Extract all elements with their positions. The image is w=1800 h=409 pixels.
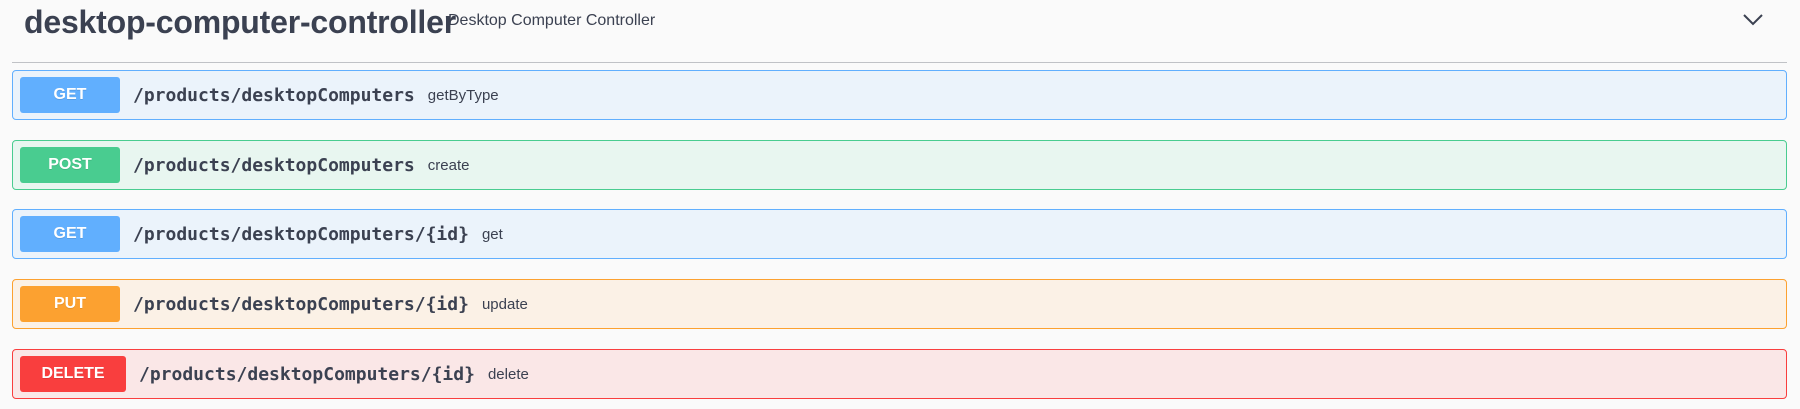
method-badge: GET [20,216,120,252]
method-badge: POST [20,147,120,183]
operation-summary: update [481,295,528,313]
operation-path: /products/desktopComputers/{id} [133,293,469,315]
operation-path: /products/desktopComputers [133,154,415,176]
operation-summary: getByType [427,86,499,104]
operation-get-desktop-computer-by-id[interactable]: GET /products/desktopComputers/{id} get [12,209,1787,259]
tag-title: desktop-computer-controller [24,4,456,40]
operation-path: /products/desktopComputers [133,84,415,106]
operation-delete-desktop-computer-by-id[interactable]: DELETE /products/desktopComputers/{id} d… [12,349,1787,399]
expand-toggle-button[interactable] [1736,6,1770,34]
operation-path: /products/desktopComputers/{id} [133,223,469,245]
tag-description: Desktop Computer Controller [448,12,656,29]
method-badge: DELETE [20,356,126,392]
operation-put-desktop-computer-by-id[interactable]: PUT /products/desktopComputers/{id} upda… [12,279,1787,329]
operation-get-desktop-computers[interactable]: GET /products/desktopComputers getByType [12,70,1787,120]
method-badge: GET [20,77,120,113]
operation-post-desktop-computers[interactable]: POST /products/desktopComputers create [12,140,1787,190]
operation-summary: create [427,156,470,174]
operation-summary: delete [487,365,529,383]
operation-path: /products/desktopComputers/{id} [139,363,475,385]
operation-summary: get [481,225,503,243]
method-badge: PUT [20,286,120,322]
tag-header[interactable]: desktop-computer-controller Desktop Comp… [12,0,1787,63]
tag-section: desktop-computer-controller Desktop Comp… [0,0,1800,409]
chevron-down-icon [1743,14,1763,26]
